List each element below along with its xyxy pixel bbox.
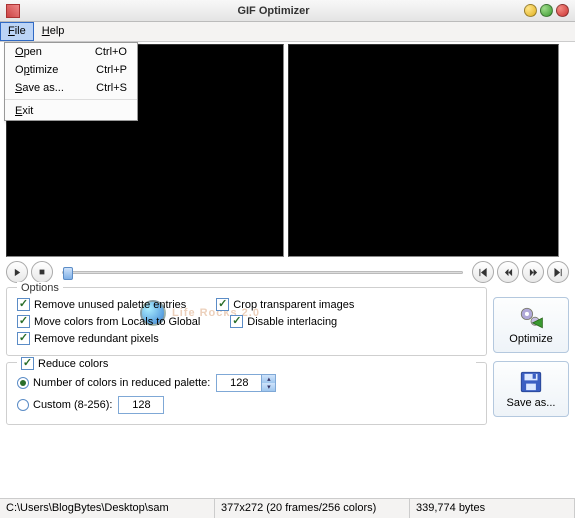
- close-button[interactable]: [556, 4, 569, 17]
- saveas-label: Save as...: [507, 397, 556, 409]
- preview-optimized: [288, 44, 559, 257]
- chk-disable-interlace[interactable]: Disable interlacing: [230, 315, 337, 328]
- saveas-button[interactable]: Save as...: [493, 361, 569, 417]
- slider-thumb[interactable]: [63, 267, 73, 280]
- next-icon: [529, 268, 538, 277]
- minimize-button[interactable]: [524, 4, 537, 17]
- checkbox-icon: [230, 315, 243, 328]
- maximize-button[interactable]: [540, 4, 553, 17]
- next-frame-button[interactable]: [522, 261, 544, 283]
- optimize-button[interactable]: Optimize: [493, 297, 569, 353]
- options-legend: Options: [17, 282, 63, 294]
- radio-num-colors[interactable]: Number of colors in reduced palette:: [17, 377, 210, 389]
- gears-play-icon: [518, 305, 544, 331]
- checkbox-icon: [17, 332, 30, 345]
- status-path: C:\Users\BlogBytes\Desktop\sam: [0, 499, 215, 518]
- chk-reduce-colors[interactable]: Reduce colors: [17, 357, 476, 370]
- checkbox-icon: [17, 298, 30, 311]
- menu-file[interactable]: File: [0, 22, 34, 41]
- shortcut: Ctrl+O: [95, 46, 127, 58]
- reduce-colors-group: Reduce colors Number of colors in reduce…: [6, 362, 487, 425]
- prev-frame-button[interactable]: [497, 261, 519, 283]
- chk-move-colors[interactable]: Move colors from Locals to Global: [17, 315, 200, 328]
- playback-controls: [0, 257, 575, 285]
- app-icon: [6, 4, 20, 18]
- play-button[interactable]: [6, 261, 28, 283]
- window-title: GIF Optimizer: [26, 5, 521, 17]
- chevron-up-icon: ▴: [262, 375, 275, 383]
- status-size: 339,774 bytes: [410, 499, 575, 518]
- chk-crop-transparent[interactable]: Crop transparent images: [216, 298, 354, 311]
- num-colors-spinner[interactable]: ▴▾: [262, 374, 276, 392]
- radio-custom[interactable]: Custom (8-256):: [17, 399, 112, 411]
- checkbox-icon: [17, 315, 30, 328]
- num-colors-field[interactable]: 128: [216, 374, 262, 392]
- chk-remove-unused[interactable]: Remove unused palette entries: [17, 298, 186, 311]
- custom-colors-field[interactable]: 128: [118, 396, 164, 414]
- shortcut: Ctrl+S: [96, 82, 127, 94]
- last-icon: [554, 268, 563, 277]
- statusbar: C:\Users\BlogBytes\Desktop\sam 377x272 (…: [0, 498, 575, 518]
- stop-button[interactable]: [31, 261, 53, 283]
- stop-icon: [38, 268, 46, 276]
- chevron-down-icon: ▾: [262, 383, 275, 391]
- prev-icon: [504, 268, 513, 277]
- menu-open[interactable]: Open Ctrl+O: [5, 43, 137, 61]
- first-frame-button[interactable]: [472, 261, 494, 283]
- radio-icon: [17, 377, 29, 389]
- menu-help[interactable]: Help: [34, 22, 73, 41]
- save-icon: [518, 369, 544, 395]
- play-icon: [13, 268, 22, 277]
- menu-saveas[interactable]: Save as... Ctrl+S: [5, 79, 137, 97]
- optimize-label: Optimize: [509, 333, 552, 345]
- titlebar: GIF Optimizer: [0, 0, 575, 22]
- file-menu-dropdown: Open Ctrl+O Optimize Ctrl+P Save as... C…: [4, 42, 138, 121]
- menubar: File Help: [0, 22, 575, 42]
- last-frame-button[interactable]: [547, 261, 569, 283]
- first-icon: [479, 268, 488, 277]
- status-dims: 377x272 (20 frames/256 colors): [215, 499, 410, 518]
- radio-icon: [17, 399, 29, 411]
- menu-optimize[interactable]: Optimize Ctrl+P: [5, 61, 137, 79]
- chk-remove-redundant[interactable]: Remove redundant pixels: [17, 332, 159, 345]
- menu-separator: [5, 99, 137, 100]
- frame-slider[interactable]: [62, 271, 463, 274]
- checkbox-icon: [216, 298, 229, 311]
- menu-exit[interactable]: Exit: [5, 102, 137, 120]
- checkbox-icon: [21, 357, 34, 370]
- options-group: Options Remove unused palette entries Cr…: [6, 287, 487, 356]
- shortcut: Ctrl+P: [96, 64, 127, 76]
